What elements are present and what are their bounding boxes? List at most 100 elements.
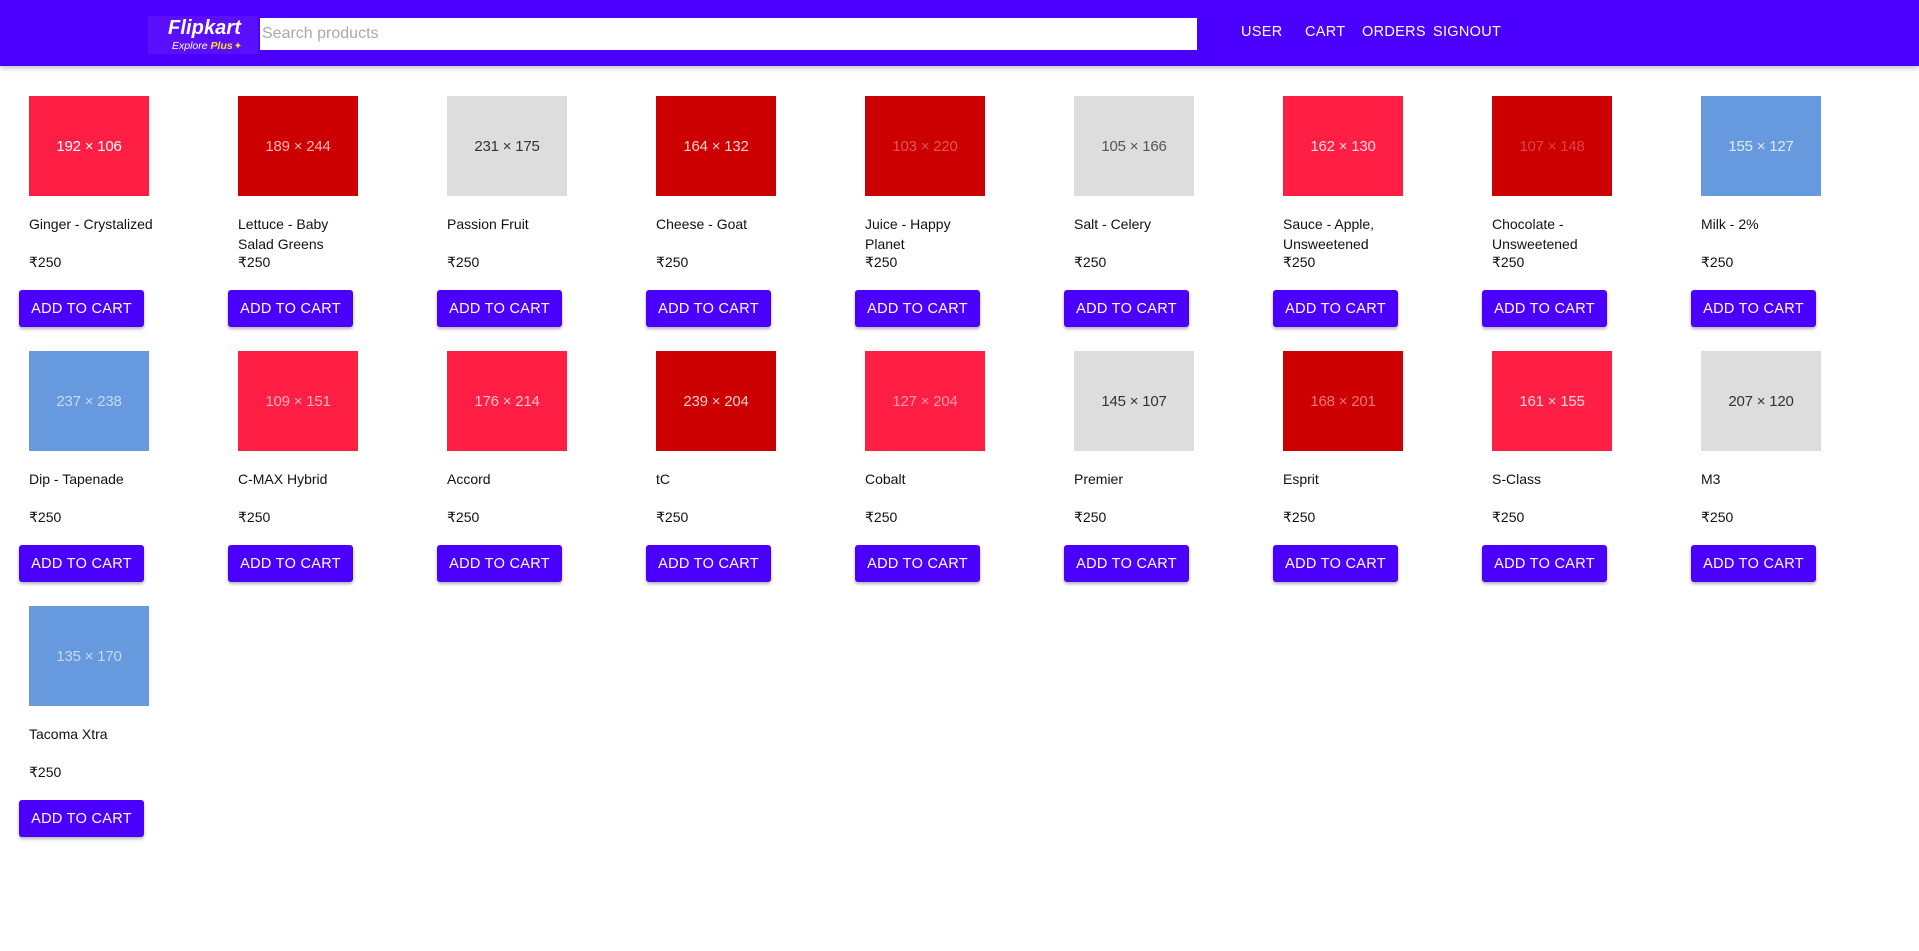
product-price: ₹250 xyxy=(29,254,62,270)
product-card: 168 × 201 Esprit ₹250 ADD TO CART xyxy=(1273,351,1433,601)
add-to-cart-button[interactable]: ADD TO CART xyxy=(1482,545,1607,582)
add-to-cart-button[interactable]: ADD TO CART xyxy=(19,545,144,582)
product-price: ₹250 xyxy=(656,509,689,525)
product-name: Sauce - Apple, Unsweetened xyxy=(1283,216,1375,252)
product-image[interactable]: 207 × 120 xyxy=(1701,351,1821,451)
product-image[interactable]: 127 × 204 xyxy=(865,351,985,451)
product-name: M3 xyxy=(1701,471,1721,487)
nav-cart[interactable]: CART xyxy=(1305,24,1345,40)
add-to-cart-button[interactable]: ADD TO CART xyxy=(437,290,562,327)
product-name: Milk - 2% xyxy=(1701,216,1759,232)
product-image[interactable]: 168 × 201 xyxy=(1283,351,1403,451)
product-image[interactable]: 162 × 130 xyxy=(1283,96,1403,196)
product-image[interactable]: 176 × 214 xyxy=(447,351,567,451)
product-card: 145 × 107 Premier ₹250 ADD TO CART xyxy=(1064,351,1224,601)
add-to-cart-button[interactable]: ADD TO CART xyxy=(228,290,353,327)
product-card: 192 × 106 Ginger - Crystalized ₹250 ADD TO … xyxy=(19,96,179,346)
nav-orders[interactable]: ORDERS xyxy=(1362,24,1426,40)
search-input[interactable] xyxy=(260,18,1197,50)
product-price: ₹250 xyxy=(865,254,898,270)
product-grid: 192 × 106 Ginger - Crystalized ₹250 ADD TO … xyxy=(0,0,1919,951)
product-card: 239 × 204 tC ₹250 ADD TO CART xyxy=(646,351,806,601)
add-to-cart-button[interactable]: ADD TO CART xyxy=(1691,545,1816,582)
nav-signout[interactable]: SIGNOUT xyxy=(1433,24,1501,40)
add-to-cart-button[interactable]: ADD TO CART xyxy=(1064,545,1189,582)
product-name: Tacoma Xtra xyxy=(29,726,108,742)
add-to-cart-button[interactable]: ADD TO CART xyxy=(855,545,980,582)
logo-subtitle: Explore Plus✦ xyxy=(172,40,242,52)
product-card: 231 × 175 Passion Fruit ₹250 ADD TO CART xyxy=(437,96,597,346)
flipkart-logo[interactable]: Flipkart Explore Plus✦ xyxy=(148,16,258,54)
product-price: ₹250 xyxy=(29,509,62,525)
product-card: 127 × 204 Cobalt ₹250 ADD TO CART xyxy=(855,351,1015,601)
logo-title: Flipkart xyxy=(168,17,242,39)
add-to-cart-button[interactable]: ADD TO CART xyxy=(855,290,980,327)
product-price: ₹250 xyxy=(1074,254,1107,270)
product-image[interactable]: 107 × 148 xyxy=(1492,96,1612,196)
product-price: ₹250 xyxy=(1492,254,1525,270)
nav-user[interactable]: USER xyxy=(1241,24,1283,40)
product-price: ₹250 xyxy=(1283,509,1316,525)
product-image[interactable]: 135 × 170 xyxy=(29,606,149,706)
product-image[interactable]: 239 × 204 xyxy=(656,351,776,451)
product-image[interactable]: 145 × 107 xyxy=(1074,351,1194,451)
product-name: Passion Fruit xyxy=(447,216,529,232)
product-image[interactable]: 164 × 132 xyxy=(656,96,776,196)
product-price: ₹250 xyxy=(29,764,62,780)
product-card: 135 × 170 Tacoma Xtra ₹250 ADD TO CART xyxy=(19,606,179,856)
product-image[interactable]: 105 × 166 xyxy=(1074,96,1194,196)
product-image[interactable]: 189 × 244 xyxy=(238,96,358,196)
add-to-cart-button[interactable]: ADD TO CART xyxy=(1691,290,1816,327)
product-card: 155 × 127 Milk - 2% ₹250 ADD TO CART xyxy=(1691,96,1851,346)
add-to-cart-button[interactable]: ADD TO CART xyxy=(1273,545,1398,582)
add-to-cart-button[interactable]: ADD TO CART xyxy=(646,290,771,327)
product-name: Premier xyxy=(1074,471,1124,487)
product-price: ₹250 xyxy=(1701,254,1734,270)
add-to-cart-button[interactable]: ADD TO CART xyxy=(228,545,353,582)
product-image[interactable]: 155 × 127 xyxy=(1701,96,1821,196)
product-image[interactable]: 109 × 151 xyxy=(238,351,358,451)
logo-sub-plus: Plus xyxy=(210,40,233,52)
product-price: ₹250 xyxy=(238,254,271,270)
product-price: ₹250 xyxy=(447,509,480,525)
add-to-cart-button[interactable]: ADD TO CART xyxy=(646,545,771,582)
product-image[interactable]: 161 × 155 xyxy=(1492,351,1612,451)
add-to-cart-button[interactable]: ADD TO CART xyxy=(1273,290,1398,327)
product-price: ₹250 xyxy=(1074,509,1107,525)
add-to-cart-button[interactable]: ADD TO CART xyxy=(1064,290,1189,327)
product-name: tC xyxy=(656,471,670,487)
add-to-cart-button[interactable]: ADD TO CART xyxy=(19,290,144,327)
product-card: 109 × 151 C-MAX Hybrid ₹250 ADD TO CART xyxy=(228,351,388,601)
product-image[interactable]: 231 × 175 xyxy=(447,96,567,196)
product-name: Dip - Tapenade xyxy=(29,471,124,487)
product-name: Esprit xyxy=(1283,471,1319,487)
product-card: 107 × 148 Chocolate - Unsweetened ₹250 ADD … xyxy=(1482,96,1642,346)
product-card: 105 × 166 Salt - Celery ₹250 ADD TO CART xyxy=(1064,96,1224,346)
product-name: Cobalt xyxy=(865,471,906,487)
product-name: Lettuce - Baby Salad Greens xyxy=(238,216,329,252)
product-card: 162 × 130 Sauce - Apple, Unsweetened ₹250 A… xyxy=(1273,96,1433,346)
product-name: S-Class xyxy=(1492,471,1542,487)
product-card: 237 × 238 Dip - Tapenade ₹250 ADD TO CART xyxy=(19,351,179,601)
product-image[interactable]: 237 × 238 xyxy=(29,351,149,451)
product-card: 207 × 120 M3 ₹250 ADD TO CART xyxy=(1691,351,1851,601)
product-image[interactable]: 103 × 220 xyxy=(865,96,985,196)
product-price: ₹250 xyxy=(656,254,689,270)
product-name: Chocolate - Unsweetened xyxy=(1492,216,1578,252)
product-name: Salt - Celery xyxy=(1074,216,1152,232)
add-to-cart-button[interactable]: ADD TO CART xyxy=(19,800,144,837)
product-card: 103 × 220 Juice - Happy Planet ₹250 ADD TO … xyxy=(855,96,1015,346)
product-price: ₹250 xyxy=(1492,509,1525,525)
product-image[interactable]: 192 × 106 xyxy=(29,96,149,196)
app-bar: Flipkart Explore Plus✦ USER CART ORDERS … xyxy=(0,0,1919,66)
product-name: Ginger - Crystalized xyxy=(29,216,153,232)
logo-sub-text: Explore xyxy=(172,40,211,52)
product-price: ₹250 xyxy=(238,509,271,525)
product-price: ₹250 xyxy=(1701,509,1734,525)
product-card: 164 × 132 Cheese - Goat ₹250 ADD TO CART xyxy=(646,96,806,346)
product-price: ₹250 xyxy=(447,254,480,270)
add-to-cart-button[interactable]: ADD TO CART xyxy=(437,545,562,582)
product-name: C-MAX Hybrid xyxy=(238,471,328,487)
add-to-cart-button[interactable]: ADD TO CART xyxy=(1482,290,1607,327)
product-card: 189 × 244 Lettuce - Baby Salad Greens ₹250… xyxy=(228,96,388,346)
